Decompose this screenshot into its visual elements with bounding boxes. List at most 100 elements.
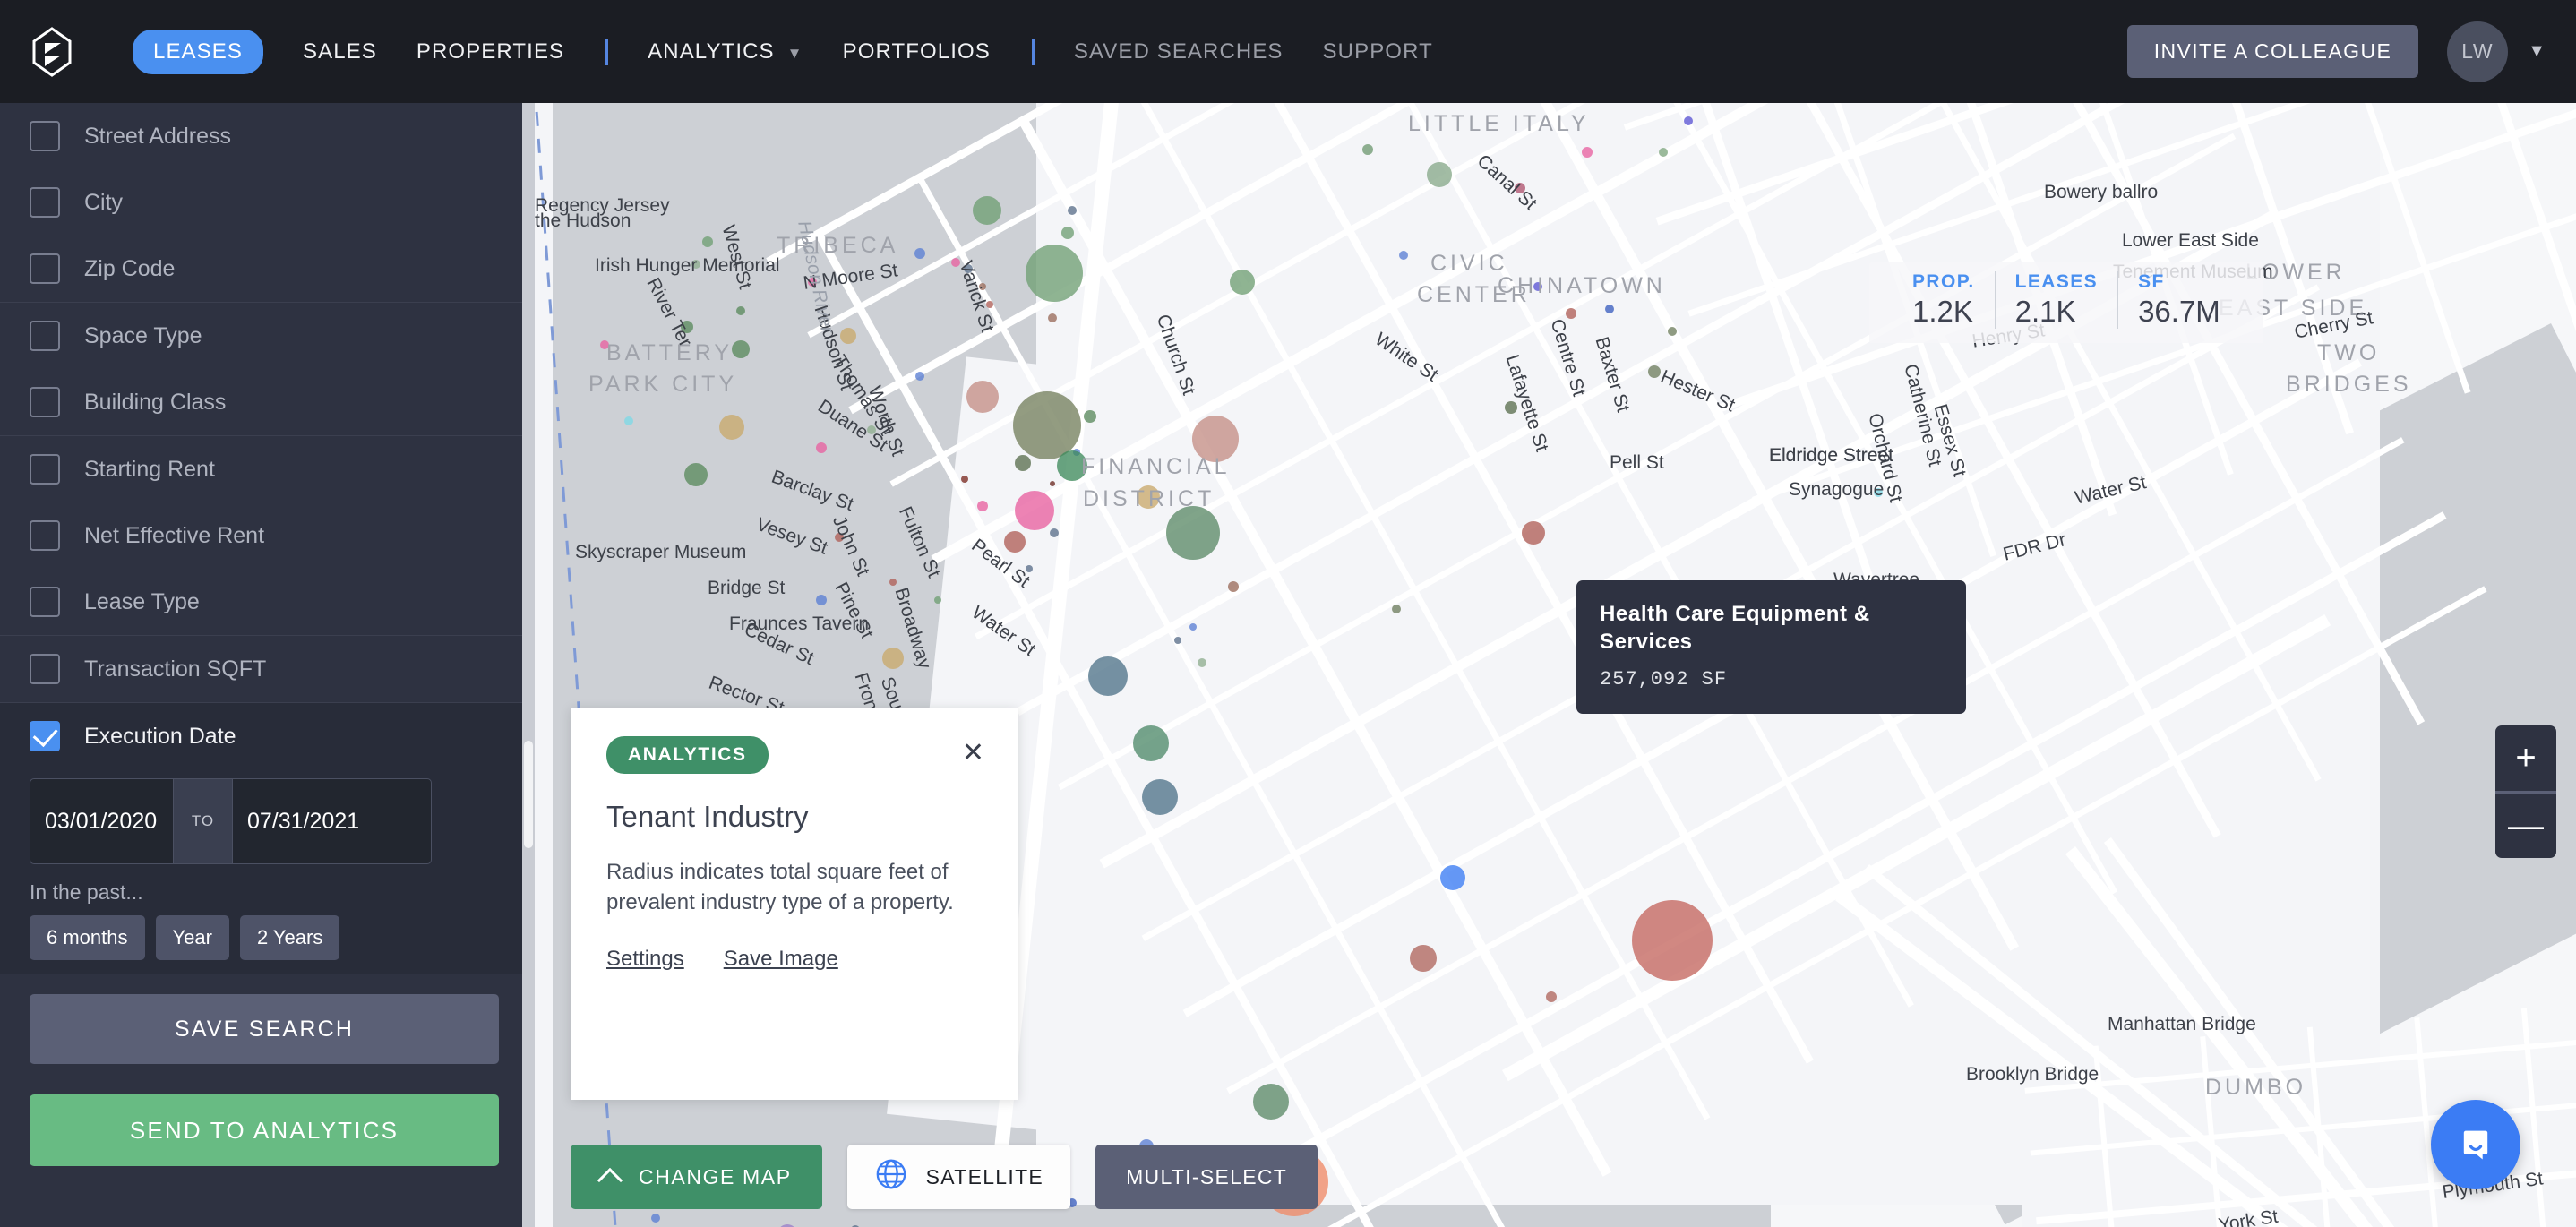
map-place-label: Hudson River (794, 219, 838, 335)
map-street-label: Orchard St (1864, 411, 1907, 505)
send-to-analytics-button[interactable]: SEND TO ANALYTICS (30, 1094, 499, 1166)
filter-group-location: Street Address City Zip Code (0, 103, 535, 303)
filter-row-street-address[interactable]: Street Address (0, 103, 535, 169)
checkbox-zip-code[interactable] (30, 253, 60, 284)
checkbox-street-address[interactable] (30, 121, 60, 151)
checkbox-building-class[interactable] (30, 387, 60, 417)
map-street-label: Baxter St (1591, 334, 1634, 415)
map-neighborhood-label: FINANCIAL (1081, 454, 1231, 479)
map-street-label: River Ter (642, 274, 696, 351)
checkbox-space-type[interactable] (30, 321, 60, 351)
map-place-label: Skyscraper Museum (575, 542, 747, 562)
checkbox-lease-type[interactable] (30, 587, 60, 617)
invite-colleague-button[interactable]: INVITE A COLLEAGUE (2126, 25, 2419, 78)
nav-right-cluster: INVITE A COLLEAGUE LW ▼ (2126, 0, 2546, 103)
filter-row-lease-type[interactable]: Lease Type (0, 569, 535, 635)
filter-row-net-effective-rent[interactable]: Net Effective Rent (0, 502, 535, 569)
map-street-label: Varick St (955, 258, 998, 335)
account-chevron-down-icon[interactable]: ▼ (2528, 41, 2546, 62)
filter-row-transaction-sqft[interactable]: Transaction SQFT (0, 636, 535, 702)
map-neighborhood-label: DUMBO (2205, 1075, 2307, 1100)
map-street-label: Centre St (1546, 316, 1590, 399)
filter-label-lease-type: Lease Type (84, 588, 200, 614)
execution-date-to-label: TO (174, 778, 232, 864)
chevron-up-icon (597, 1167, 623, 1194)
analytics-card: ANALYTICS ✕ Tenant Industry Radius indic… (571, 708, 1018, 1100)
change-map-button[interactable]: CHANGE MAP (571, 1145, 822, 1209)
compstak-logo-icon[interactable] (30, 26, 73, 77)
save-image-link[interactable]: Save Image (724, 947, 838, 972)
multi-select-button[interactable]: MULTI-SELECT (1095, 1145, 1318, 1209)
quick-range-chips: 6 months Year 2 Years (30, 915, 535, 960)
filter-row-building-class[interactable]: Building Class (0, 369, 535, 435)
settings-link[interactable]: Settings (606, 947, 684, 972)
map-place-label: the Hudson (535, 210, 631, 231)
filters-sidebar: Street Address City Zip Code Space Type … (0, 103, 535, 1227)
map-street-label: Worth St (863, 382, 909, 459)
execution-date-from-input[interactable] (30, 778, 174, 864)
stat-properties-key: PROP. (1912, 271, 1975, 292)
nav-item-leases[interactable]: LEASES (133, 29, 263, 74)
chip-year[interactable]: Year (155, 915, 229, 960)
zoom-in-button[interactable]: + (2495, 725, 2556, 791)
stat-sf-key: SF (2138, 271, 2165, 292)
execution-date-to-input[interactable] (232, 778, 432, 864)
chip-6-months[interactable]: 6 months (30, 915, 145, 960)
stat-leases-key: LEASES (2014, 271, 2099, 292)
map-street-label: Water St (967, 602, 1040, 661)
chip-2-years[interactable]: 2 Years (239, 915, 340, 960)
nav-item-properties[interactable]: PROPERTIES (416, 39, 564, 64)
map-neighborhood-label: CHINATOWN (1498, 273, 1666, 298)
satellite-button[interactable]: SATELLITE (846, 1145, 1071, 1209)
map-street-label: Barclay St (769, 466, 857, 516)
checkbox-execution-date[interactable] (30, 721, 60, 751)
filter-label-building-class: Building Class (84, 389, 227, 415)
avatar[interactable]: LW (2447, 21, 2509, 82)
nav-item-portfolios[interactable]: PORTFOLIOS (843, 39, 991, 64)
map-street-label: Broadway (890, 585, 935, 672)
map-neighborhood-label: CIVIC (1430, 251, 1508, 276)
tooltip-value: 257,092 SF (1600, 668, 1728, 691)
checkbox-transaction-sqft[interactable] (30, 654, 60, 684)
chat-bubble-icon[interactable] (2431, 1100, 2520, 1189)
map-neighborhood-label: LITTLE ITALY (1408, 111, 1590, 136)
change-map-label: CHANGE MAP (639, 1164, 792, 1188)
checkbox-city[interactable] (30, 187, 60, 218)
close-icon[interactable]: ✕ (962, 740, 984, 767)
zoom-out-button[interactable]: — (2495, 794, 2556, 859)
map-street-label: Vesey St (753, 513, 830, 559)
map-street-label: Hester St (1657, 365, 1739, 416)
nav-item-saved-searches[interactable]: SAVED SEARCHES (1074, 39, 1284, 64)
map-street-label: Hudson St (810, 303, 857, 393)
map-place-label: Regency Jersey (535, 195, 670, 216)
map-street-label: Duane St (814, 395, 891, 456)
map-street-label: Pearl St (967, 535, 1034, 592)
map-neighborhood-label: PARK CITY (588, 372, 738, 397)
map-street-label: John St (828, 512, 873, 579)
sidebar-scrollbar-thumb[interactable] (524, 741, 533, 848)
filter-row-execution-date[interactable]: Execution Date (0, 703, 535, 769)
sidebar-actions: SAVE SEARCH SEND TO ANALYTICS (0, 974, 535, 1166)
nav-item-analytics[interactable]: ANALYTICS ▼ (648, 39, 803, 64)
nav-item-sales[interactable]: SALES (303, 39, 377, 64)
map-street-label: Pell St (1610, 452, 1664, 473)
map-street-label: FDR Dr (2001, 529, 2068, 565)
filter-row-city[interactable]: City (0, 169, 535, 236)
nav-item-analytics-label: ANALYTICS (648, 39, 775, 64)
sidebar-scrollbar[interactable] (522, 103, 535, 1227)
checkbox-starting-rent[interactable] (30, 454, 60, 485)
filter-label-street-address: Street Address (84, 123, 231, 149)
filter-row-starting-rent[interactable]: Starting Rent (0, 436, 535, 502)
map-place-label: Eldridge Street (1769, 445, 1893, 466)
filter-row-space-type[interactable]: Space Type (0, 303, 535, 369)
filter-row-zip-code[interactable]: Zip Code (0, 236, 535, 302)
map-place-label: Manhattan Bridge (2108, 1014, 2256, 1034)
save-search-button[interactable]: SAVE SEARCH (30, 994, 499, 1064)
nav-item-support[interactable]: SUPPORT (1323, 39, 1433, 64)
nav-divider-1 (605, 38, 609, 65)
map-street-label: York St (2217, 1206, 2280, 1227)
map-street-label: Eldridge Street (1769, 445, 1893, 466)
filter-label-space-type: Space Type (84, 322, 202, 348)
checkbox-net-effective-rent[interactable] (30, 520, 60, 551)
map-street-label: Fulton St (894, 503, 945, 581)
